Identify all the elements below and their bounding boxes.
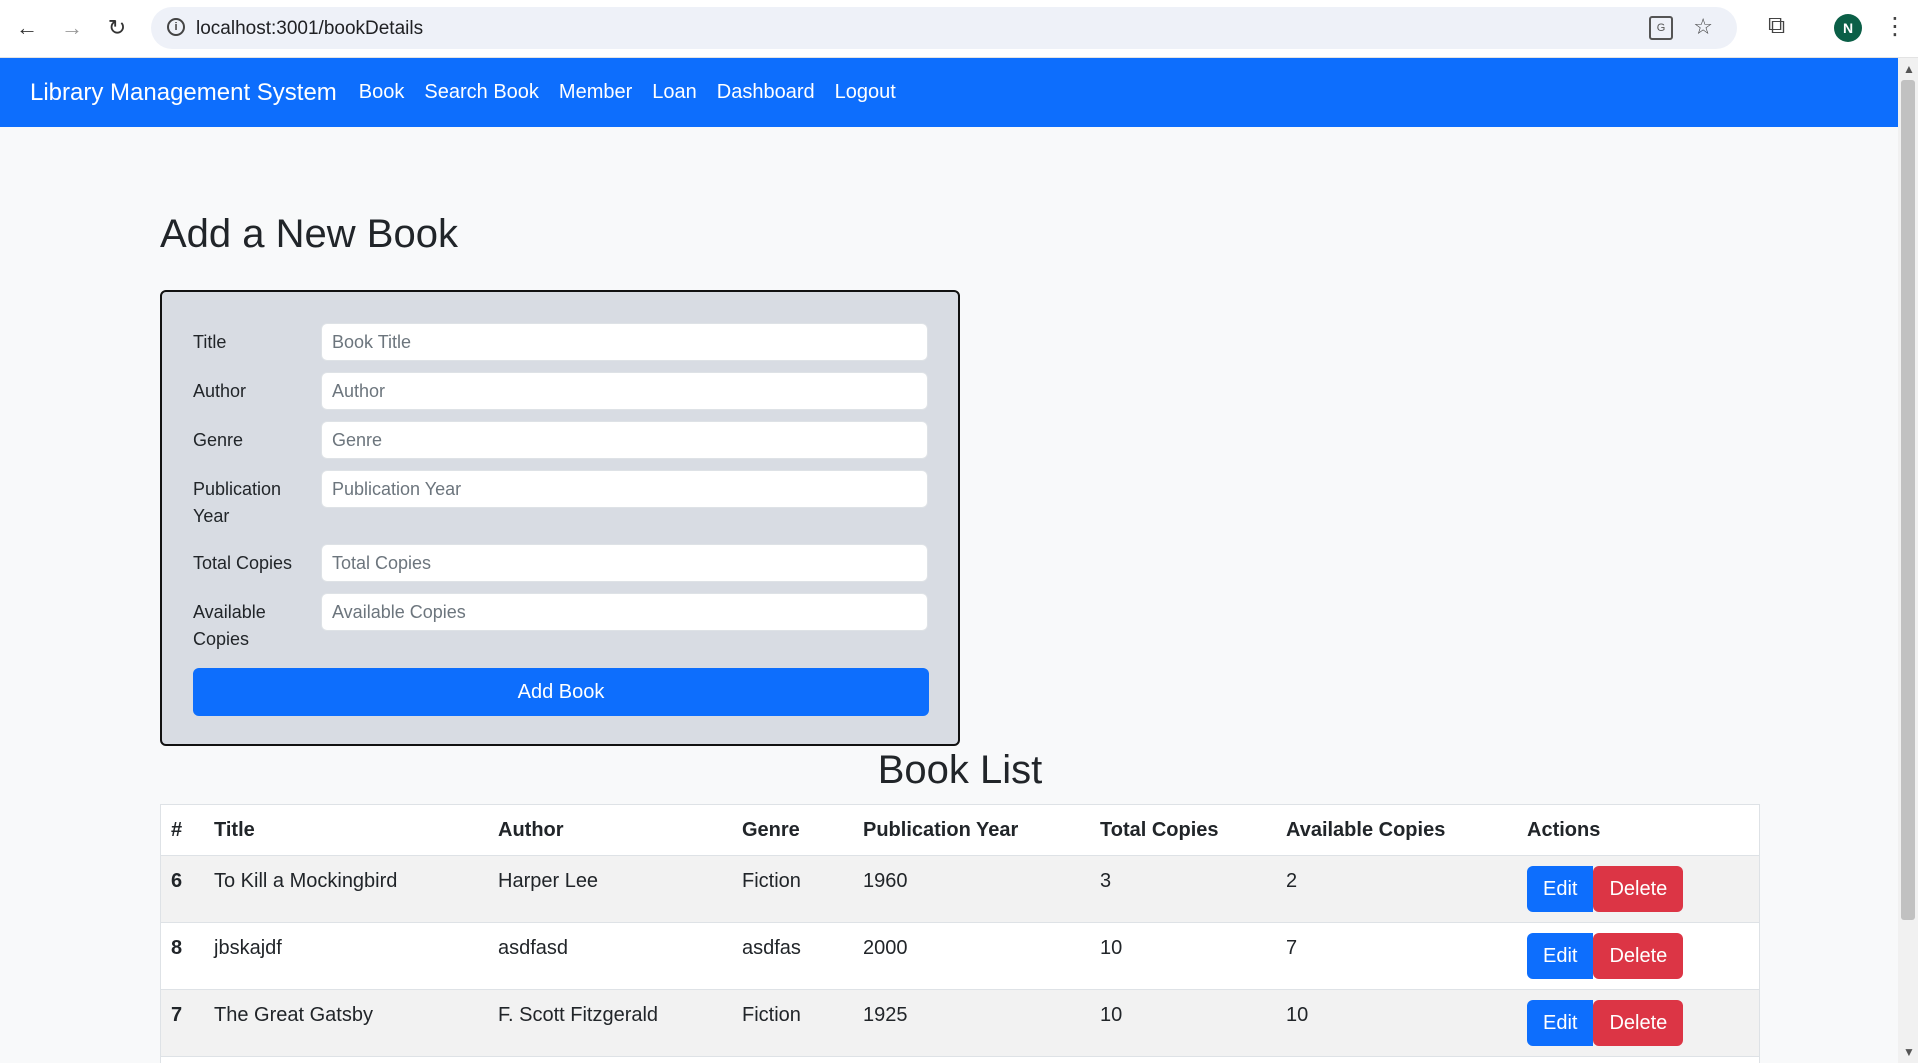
cell-available-copies: 2	[1276, 855, 1517, 923]
scroll-down-arrow-icon[interactable]: ▼	[1903, 1045, 1915, 1059]
column-header-actions: Actions	[1517, 805, 1759, 856]
nav-link-search-book[interactable]: Search Book	[424, 81, 539, 104]
cell-id: 6	[161, 855, 204, 923]
cell-available-copies: 7	[1276, 922, 1517, 990]
cell-author: F. Scott Fitzgerald	[488, 989, 732, 1057]
edit-button[interactable]: Edit	[1527, 933, 1594, 979]
cell-title: To Kill a Mockingbird	[204, 855, 488, 923]
table-row: 6 To Kill a Mockingbird Harper Lee Ficti…	[161, 855, 1759, 923]
table-header-row: # Title Author Genre Publication Year To…	[161, 805, 1759, 856]
cell-publication-year: 1925	[853, 989, 1090, 1057]
profile-avatar[interactable]: N	[1834, 14, 1862, 42]
add-book-form: Title Author Genre Publication Year Tota…	[160, 290, 960, 746]
back-arrow-icon[interactable]: ←	[13, 14, 41, 42]
column-header-title: Title	[204, 805, 488, 856]
browser-menu-kebab-icon[interactable]: ⋮	[1883, 12, 1907, 41]
total-copies-label: Total Copies	[193, 553, 293, 573]
cell-genre: Fiction	[732, 989, 853, 1057]
publication-year-label: Publication Year	[193, 479, 282, 526]
nav-link-member[interactable]: Member	[559, 81, 632, 104]
book-table: # Title Author Genre Publication Year To…	[160, 804, 1760, 1063]
add-book-heading: Add a New Book	[160, 212, 458, 256]
extensions-puzzle-icon[interactable]: ⧉	[1768, 12, 1785, 40]
cell-actions: Edit Delete	[1517, 989, 1759, 1057]
cell-actions: Edit Delete	[1517, 922, 1759, 990]
cell-title: The Great Gatsby	[204, 989, 488, 1057]
author-label: Author	[193, 381, 247, 401]
delete-button[interactable]: Delete	[1593, 1000, 1684, 1046]
bookmark-star-icon[interactable]: ☆	[1693, 14, 1713, 40]
cell-publication-year: 2000	[853, 922, 1090, 990]
book-list-heading: Book List	[877, 748, 1043, 792]
title-input[interactable]	[321, 323, 928, 361]
delete-button[interactable]: Delete	[1593, 933, 1684, 979]
column-header-author: Author	[488, 805, 732, 856]
cell-id: 8	[161, 922, 204, 990]
cell-title: jbskajdf	[204, 922, 488, 990]
delete-button[interactable]: Delete	[1593, 866, 1684, 912]
available-copies-input[interactable]	[321, 593, 928, 631]
cell-author: Harper Lee	[488, 855, 732, 923]
cell-actions: Edit Delete	[1517, 855, 1759, 923]
genre-label: Genre	[193, 430, 244, 450]
title-label: Title	[193, 332, 227, 352]
total-copies-input[interactable]	[321, 544, 928, 582]
column-header-genre: Genre	[732, 805, 853, 856]
cell-publication-year: 1960	[853, 855, 1090, 923]
column-header-number: #	[161, 805, 204, 856]
available-copies-label: Available Copies	[193, 602, 266, 649]
cell-total-copies: 10	[1090, 922, 1276, 990]
table-row: 8 jbskajdf asdfasd asdfas 2000 10 7 Edit…	[161, 922, 1759, 990]
cell-genre: asdfas	[732, 922, 853, 990]
scroll-up-arrow-icon[interactable]: ▲	[1903, 62, 1915, 76]
nav-link-logout[interactable]: Logout	[835, 81, 896, 104]
column-header-available-copies: Available Copies	[1276, 805, 1517, 856]
scrollbar-thumb[interactable]	[1901, 80, 1915, 920]
forward-arrow-icon[interactable]: →	[58, 14, 86, 42]
url-text[interactable]: localhost:3001/bookDetails	[196, 18, 423, 40]
edit-button[interactable]: Edit	[1527, 1000, 1594, 1046]
column-header-publication-year: Publication Year	[853, 805, 1090, 856]
app-navbar: Library Management System Book Search Bo…	[0, 58, 1898, 127]
genre-input[interactable]	[321, 421, 928, 459]
cell-author: asdfasd	[488, 922, 732, 990]
translate-icon[interactable]: G	[1649, 16, 1673, 40]
author-input[interactable]	[321, 372, 928, 410]
table-row: 7 The Great Gatsby F. Scott Fitzgerald F…	[161, 989, 1759, 1057]
column-header-total-copies: Total Copies	[1090, 805, 1276, 856]
cell-total-copies: 10	[1090, 989, 1276, 1057]
browser-toolbar: ← → ↻ i localhost:3001/bookDetails G ☆ ⧉…	[0, 0, 1918, 58]
site-info-icon[interactable]: i	[167, 18, 185, 36]
cell-id: 7	[161, 989, 204, 1057]
publication-year-input[interactable]	[321, 470, 928, 508]
reload-icon[interactable]: ↻	[103, 14, 131, 42]
navbar-brand[interactable]: Library Management System	[30, 79, 337, 107]
address-bar[interactable]: i localhost:3001/bookDetails G ☆	[151, 7, 1737, 49]
nav-link-loan[interactable]: Loan	[652, 81, 697, 104]
add-book-button[interactable]: Add Book	[193, 668, 929, 716]
cell-available-copies: 10	[1276, 989, 1517, 1057]
cell-genre: Fiction	[732, 855, 853, 923]
edit-button[interactable]: Edit	[1527, 866, 1594, 912]
page-scrollbar[interactable]: ▲ ▼	[1898, 58, 1918, 1063]
cell-total-copies: 3	[1090, 855, 1276, 923]
nav-link-book[interactable]: Book	[359, 81, 405, 104]
nav-link-dashboard[interactable]: Dashboard	[717, 81, 815, 104]
